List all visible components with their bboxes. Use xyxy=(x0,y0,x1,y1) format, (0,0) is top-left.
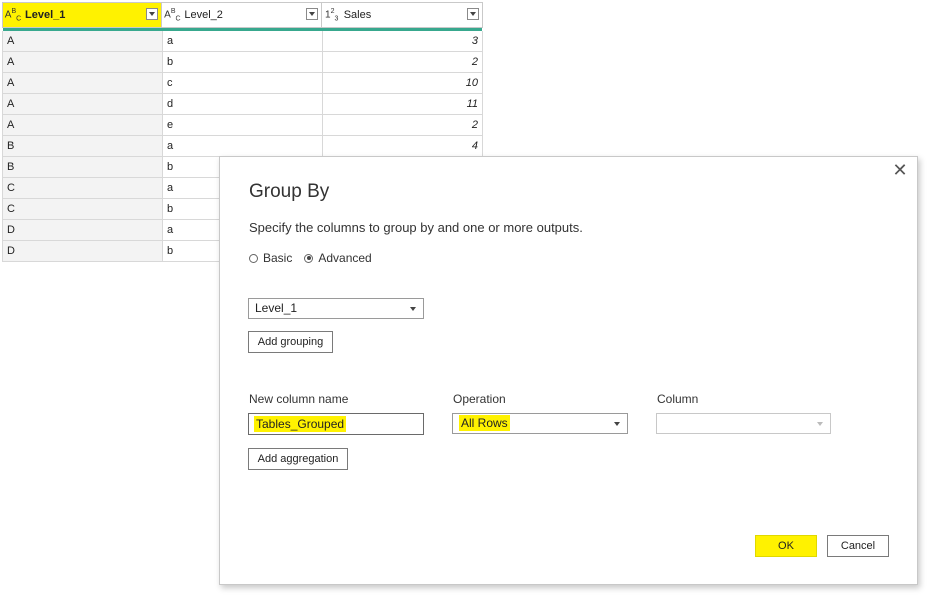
new-column-name-input[interactable]: Tables_Grouped xyxy=(248,413,424,435)
operation-label: Operation xyxy=(453,392,506,406)
dialog-description: Specify the columns to group by and one … xyxy=(249,220,583,235)
number-type-icon[interactable]: 123 xyxy=(322,8,342,22)
cell-sales[interactable]: 3 xyxy=(323,31,483,52)
table-row: Ab2 xyxy=(2,52,483,73)
cell-level-2[interactable]: e xyxy=(163,115,323,136)
column-filter-dropdown-icon[interactable] xyxy=(305,8,318,20)
column-header-level-1[interactable]: ABC Level_1 xyxy=(3,3,163,27)
close-icon[interactable]: ✕ xyxy=(891,161,909,179)
column-filter-dropdown-icon[interactable] xyxy=(146,8,159,20)
column-label: Column xyxy=(657,392,699,406)
column-header-sales[interactable]: 123 Sales xyxy=(322,3,482,27)
grid-header: ABC Level_1 ABC Level_2 123 Sales xyxy=(2,2,483,28)
group-by-dialog: ✕ Group By Specify the columns to group … xyxy=(219,156,918,585)
cell-level-1[interactable]: A xyxy=(2,31,163,52)
dialog-title: Group By xyxy=(249,181,330,202)
chevron-down-icon xyxy=(410,307,416,311)
new-column-name-label: New column name xyxy=(249,392,349,406)
cell-level-1[interactable]: B xyxy=(2,136,163,157)
cell-sales[interactable]: 2 xyxy=(323,115,483,136)
column-header-label: Level_1 xyxy=(25,9,66,21)
operation-select[interactable]: All Rows xyxy=(452,413,628,434)
operation-value: All Rows xyxy=(459,415,510,431)
cell-level-2[interactable]: c xyxy=(163,73,323,94)
column-filter-dropdown-icon[interactable] xyxy=(467,8,480,20)
column-header-label: Sales xyxy=(343,9,372,21)
cell-level-1[interactable]: C xyxy=(2,199,163,220)
grouping-column-select[interactable]: Level_1 xyxy=(248,298,424,319)
grouping-column-value: Level_1 xyxy=(255,301,298,315)
add-aggregation-button[interactable]: Add aggregation xyxy=(248,448,348,470)
chevron-down-icon xyxy=(817,422,823,426)
cell-sales[interactable]: 4 xyxy=(323,136,483,157)
new-column-name-value: Tables_Grouped xyxy=(254,416,347,432)
aggregation-column-select[interactable] xyxy=(656,413,831,434)
table-row: Ad 11 xyxy=(2,94,483,115)
basic-radio[interactable] xyxy=(249,253,258,263)
mode-radio-group: Basic Advanced xyxy=(249,251,384,265)
column-header-label: Level_2 xyxy=(184,9,223,21)
cell-sales[interactable]: 2 xyxy=(323,52,483,73)
cell-level-2[interactable]: b xyxy=(163,52,323,73)
add-grouping-button[interactable]: Add grouping xyxy=(248,331,333,353)
table-row: Ba4 xyxy=(2,136,483,157)
cell-level-2[interactable]: a xyxy=(163,31,323,52)
cancel-button[interactable]: Cancel xyxy=(827,535,889,557)
cell-sales[interactable]: 11 xyxy=(323,94,483,115)
basic-radio-label[interactable]: Basic xyxy=(263,251,292,265)
cell-level-1[interactable]: A xyxy=(2,52,163,73)
cell-level-1[interactable]: D xyxy=(2,241,163,262)
chevron-down-icon xyxy=(614,422,620,426)
table-row: Ae2 xyxy=(2,115,483,136)
cell-level-1[interactable]: B xyxy=(2,157,163,178)
cell-level-1[interactable]: A xyxy=(2,73,163,94)
cell-level-1[interactable]: C xyxy=(2,178,163,199)
advanced-radio[interactable] xyxy=(304,253,314,263)
text-type-icon[interactable]: ABC xyxy=(162,8,182,22)
cell-level-2[interactable]: a xyxy=(163,136,323,157)
advanced-radio-label[interactable]: Advanced xyxy=(318,251,371,265)
cell-level-1[interactable]: A xyxy=(2,94,163,115)
cell-sales[interactable]: 10 xyxy=(323,73,483,94)
table-row: Ac 10 xyxy=(2,73,483,94)
cell-level-2[interactable]: d xyxy=(163,94,323,115)
text-type-icon[interactable]: ABC xyxy=(3,8,23,22)
ok-button[interactable]: OK xyxy=(755,535,817,557)
column-header-level-2[interactable]: ABC Level_2 xyxy=(162,3,322,27)
cell-level-1[interactable]: A xyxy=(2,115,163,136)
table-row: Aa3 xyxy=(2,31,483,52)
cell-level-1[interactable]: D xyxy=(2,220,163,241)
